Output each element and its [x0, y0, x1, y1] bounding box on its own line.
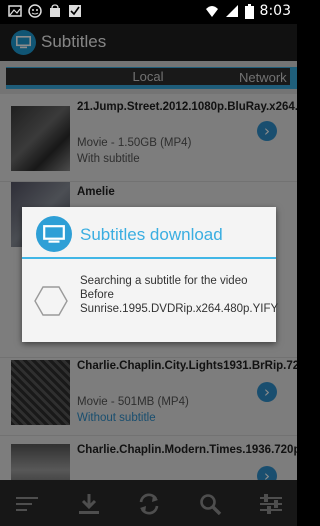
dialog-message: Searching a subtitle for the video Befor… — [80, 275, 279, 315]
status-bar: 8:03 — [0, 0, 297, 24]
cat-icon — [28, 4, 42, 18]
signal-icon — [225, 5, 238, 17]
monitor-icon — [36, 216, 72, 252]
image-icon — [8, 5, 22, 17]
status-time: 8:03 — [259, 3, 291, 19]
loading-hexagon-icon — [34, 286, 68, 316]
bag-icon — [50, 4, 60, 17]
wifi-icon — [205, 6, 218, 17]
subtitles-download-dialog: Subtitles download Searching a subtitle … — [22, 207, 279, 342]
battery-icon — [244, 3, 254, 19]
dialog-title: Subtitles download — [80, 225, 223, 244]
dialog-header: Subtitles download — [22, 207, 276, 259]
check-icon — [69, 5, 81, 17]
